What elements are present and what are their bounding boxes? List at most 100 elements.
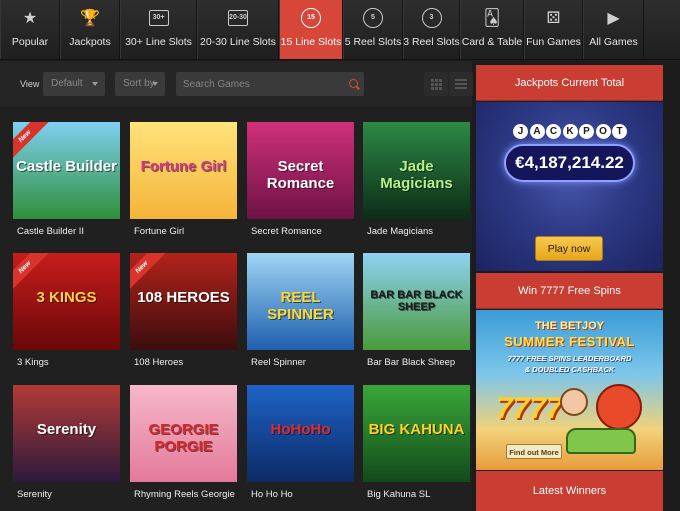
search-input[interactable] [176, 72, 364, 96]
game-title[interactable]: 108 Heroes [134, 357, 238, 368]
game-logo: Serenity [36, 421, 97, 438]
game-title[interactable]: Rhyming Reels Georgie ... [134, 489, 238, 500]
game-title[interactable]: Reel Spinner [251, 357, 355, 368]
list-view-toggle[interactable] [449, 72, 473, 96]
nav-item-all-games[interactable]: ▶ All Games [583, 0, 644, 59]
jackpot-sign: JACKPOT [513, 124, 629, 139]
chevron-down-icon [92, 82, 98, 86]
game-logo: 3 KINGS [36, 289, 97, 306]
nav-item-jackpots[interactable]: 🏆 Jackpots [60, 0, 120, 59]
free-spins-header: Win 7777 Free Spins [476, 273, 663, 309]
jackpot-letter: P [579, 124, 594, 139]
new-badge: New [130, 253, 168, 294]
game-logo: HoHoHo [270, 421, 331, 438]
nav-item-5-reel-slots[interactable]: 5 5 Reel Slots [343, 0, 403, 59]
nav-item-20-30-line-slots[interactable]: 20-30 20-30 Line Slots [197, 0, 279, 59]
nav-item-label: Card & Table [461, 36, 523, 48]
game-thumbnail[interactable]: 108 HEROES New [130, 253, 237, 350]
reel-5-icon: 5 [363, 8, 383, 28]
view-select-value: Default [51, 78, 83, 89]
game-title[interactable]: Jade Magicians [367, 226, 471, 237]
slot-30-icon: 30+ [148, 8, 169, 28]
game-thumbnail[interactable]: REEL SPINNER [247, 253, 354, 350]
game-title[interactable]: Castle Builder II [17, 226, 121, 237]
view-label: View [20, 79, 40, 89]
nav-item-label: Popular [11, 36, 49, 48]
new-badge: New [13, 122, 51, 163]
slot-15-icon: 15 [301, 8, 321, 28]
slot-20-30-icon: 20-30 [228, 8, 248, 28]
search-icon[interactable] [349, 79, 358, 88]
game-logo: BIG KAHUNA [368, 421, 465, 438]
nav-item-label: 15 Line Slots [280, 36, 342, 48]
cards-icon: 🂡 [483, 10, 501, 27]
game-title[interactable]: Ho Ho Ho [251, 489, 355, 500]
promo-title: SUMMER FESTIVAL [504, 334, 635, 349]
promo-subtitle-1: 7777 FREE SPINS LEADERBOARD [507, 354, 632, 363]
game-logo: REEL SPINNER [267, 289, 334, 323]
game-title[interactable]: 3 Kings [17, 357, 121, 368]
game-logo: BAR BAR BLACK SHEEP [370, 289, 463, 313]
nav-item-label: 30+ Line Slots [125, 36, 192, 48]
game-title[interactable]: Big Kahuna SL [367, 489, 471, 500]
find-out-more-button[interactable]: Find out More [506, 444, 562, 459]
game-title[interactable]: Secret Romance [251, 226, 355, 237]
jackpot-letter: T [612, 124, 627, 139]
jackpot-banner: JACKPOT €4,187,214.22 Play now [476, 102, 663, 271]
grid-view-toggle[interactable] [424, 72, 448, 96]
games-area: View Default Sort by Castle BuilderNewCa… [0, 61, 473, 511]
nav-item-card-table[interactable]: 🂡 Card & Table [460, 0, 524, 59]
jackpot-amount: €4,187,214.22 [504, 144, 635, 182]
game-thumbnail[interactable]: BAR BAR BLACK SHEEP [363, 253, 470, 350]
game-thumbnail[interactable]: Castle Builder New [13, 122, 120, 219]
jackpot-letter: A [529, 124, 545, 139]
promo-brand: THE BETJOY [534, 320, 605, 332]
promo-subtitle-2: & DOUBLED CASHBACK [524, 365, 615, 374]
promo-reels: 7777 [496, 392, 563, 425]
game-thumbnail[interactable]: Jade Magicians [363, 122, 470, 219]
jackpot-letter: J [513, 124, 528, 139]
game-thumbnail[interactable]: BIG KAHUNA [363, 385, 470, 482]
nav-item-label: Jackpots [69, 36, 111, 48]
nav-item-label: 20-30 Line Slots [200, 36, 276, 48]
new-badge: New [13, 253, 51, 294]
dice-icon: ⚄ [546, 10, 561, 27]
nav-item-popular[interactable]: ★ Popular [0, 0, 60, 59]
nav-item-fun-games[interactable]: ⚄ Fun Games [524, 0, 583, 59]
nav-item-15-line-slots[interactable]: 15 15 Line Slots [279, 0, 343, 59]
jackpot-letter: K [562, 124, 578, 139]
nav-item-30-line-slots[interactable]: 30+ 30+ Line Slots [120, 0, 197, 59]
game-thumbnail[interactable]: 3 KINGS New [13, 253, 120, 350]
star-icon: ★ [22, 10, 38, 27]
jackpot-header: Jackpots Current Total [476, 65, 663, 101]
nav-item-label: 3 Reel Slots [403, 36, 460, 48]
game-thumbnail[interactable]: Secret Romance [247, 122, 354, 219]
game-thumbnail[interactable]: HoHoHo [247, 385, 354, 482]
free-spins-banner[interactable]: THE BETJOY SUMMER FESTIVAL 7777 FREE SPI… [476, 310, 663, 470]
game-logo: 108 HEROES [137, 289, 230, 306]
category-nav: ★ Popular 🏆 Jackpots 30+ 30+ Line Slots 20-30 2… [0, 0, 680, 60]
nav-item-3-reel-slots[interactable]: 3 3 Reel Slots [403, 0, 460, 59]
game-logo: Castle Builder [16, 158, 117, 175]
sort-select[interactable]: Sort by [115, 72, 165, 96]
jackpot-letter: O [595, 124, 611, 139]
game-thumbnail[interactable]: Fortune Girl [130, 122, 237, 219]
trophy-icon: 🏆 [80, 10, 100, 27]
reel-3-icon: 3 [421, 8, 442, 28]
chevron-down-icon [152, 82, 158, 86]
filter-bar: View Default Sort by [0, 61, 473, 107]
game-title[interactable]: Serenity [17, 489, 121, 500]
game-logo: Secret Romance [266, 158, 335, 192]
game-logo: GEORGIE PORGIE [148, 421, 219, 455]
game-thumbnail[interactable]: Serenity [13, 385, 120, 482]
game-title[interactable]: Bar Bar Black Sheep [367, 357, 471, 368]
nav-item-label: Fun Games [526, 36, 581, 48]
play-now-button[interactable]: Play now [535, 236, 603, 261]
promo-character-icon [560, 388, 588, 416]
nav-item-label: 5 Reel Slots [344, 36, 402, 48]
promo-mascot-icon [596, 384, 642, 430]
game-title[interactable]: Fortune Girl [134, 226, 238, 237]
game-thumbnail[interactable]: GEORGIE PORGIE [130, 385, 237, 482]
play-circle-icon: ▶ [607, 10, 620, 27]
view-select[interactable]: Default [43, 72, 105, 96]
